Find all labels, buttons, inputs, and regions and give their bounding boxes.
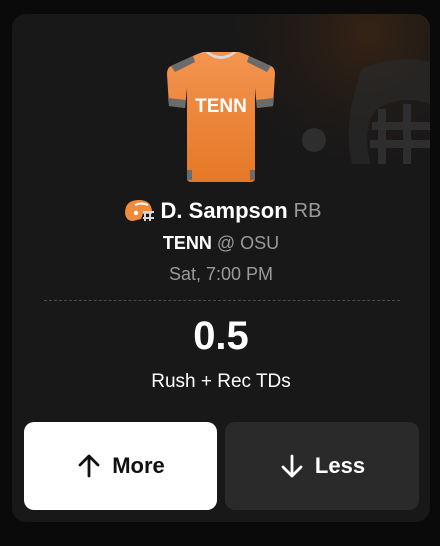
less-label: Less — [314, 453, 366, 478]
player-name: D. Sampson — [160, 198, 288, 223]
arrow-up-icon — [78, 454, 100, 478]
stat-type: Rush + Rec TDs — [151, 371, 291, 392]
arrow-down-icon — [281, 454, 303, 478]
opponent-abbr: OSU — [240, 233, 280, 253]
matchup-separator: @ — [216, 233, 236, 253]
more-label: More — [112, 453, 165, 478]
player-position: RB — [293, 199, 322, 222]
more-button[interactable]: More — [24, 422, 217, 510]
jersey-text: TENN — [195, 96, 247, 117]
player-line: D. Sampson RB — [12, 195, 430, 227]
jersey-image: TENN — [167, 52, 275, 182]
divider — [44, 300, 400, 301]
projection-line: 0.5 — [193, 314, 249, 358]
game-time: Sat, 7:00 PM — [168, 264, 274, 284]
less-button[interactable]: Less — [225, 422, 419, 510]
team-abbr: TENN — [162, 233, 212, 253]
matchup: TENN @ OSU — [12, 233, 430, 254]
football-helmet-icon — [124, 200, 154, 221]
projection-card: TENN D. Sampson RB TENN @ OSU Sat, 7:00 … — [12, 14, 430, 522]
